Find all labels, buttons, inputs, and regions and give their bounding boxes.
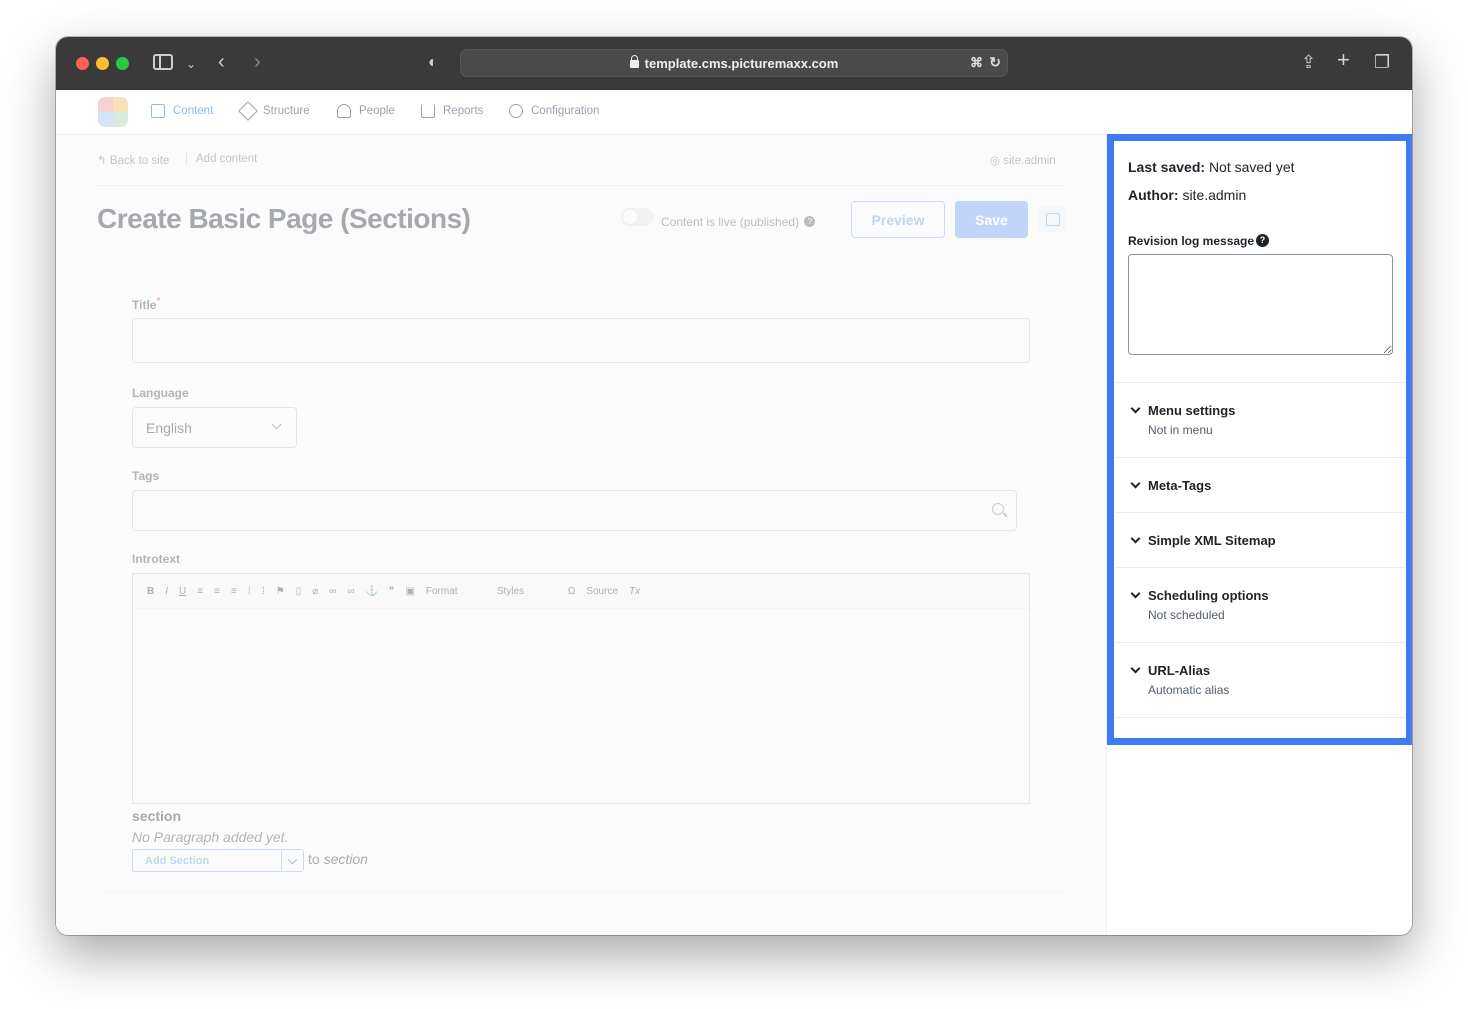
file-icon[interactable]: ▯ [296, 586, 302, 597]
special-char-icon[interactable]: Ω [568, 586, 575, 597]
chevron-down-icon[interactable] [287, 854, 298, 865]
nav-label: Configuration [531, 105, 600, 117]
attachment-icon[interactable]: ⌀ [312, 586, 318, 597]
share-icon[interactable]: ⇪ [1301, 53, 1316, 71]
title-label-text: Title [132, 298, 157, 312]
add-section-button[interactable]: Add Section [132, 849, 304, 872]
cms-navigation: Content Structure People Reports Configu… [56, 90, 1412, 135]
nav-label: Content [173, 105, 214, 117]
divider [281, 850, 282, 871]
add-section-target: to section [308, 851, 368, 867]
anchor-icon[interactable]: ⚓ [366, 586, 378, 597]
nav-label: Reports [443, 105, 484, 117]
chevron-down-icon [271, 419, 282, 430]
quote-icon[interactable]: ❞ [389, 586, 394, 597]
gear-icon [509, 104, 523, 118]
nav-label: Structure [263, 105, 310, 117]
source-button[interactable]: Source [586, 586, 618, 597]
bold-icon[interactable]: B [147, 586, 154, 597]
introtext-editor[interactable]: B I U ≡ ≡ ≡ ⁝ ⁞ ⚑ ▯ ⌀ ∞ ∞ ⚓ ❞ ▣ Format S… [132, 573, 1030, 804]
person-icon [337, 104, 351, 118]
back-arrow-icon[interactable]: ‹ [218, 52, 225, 72]
new-tab-icon[interactable]: + [1337, 49, 1350, 71]
page-title: Create Basic Page (Sections) [97, 203, 471, 234]
clear-format-icon[interactable]: Tx [629, 586, 640, 597]
title-input[interactable] [132, 318, 1030, 363]
bullet-list-icon[interactable]: ⁝ [248, 586, 251, 597]
language-value: English [146, 420, 192, 436]
section-empty-text: No Paragraph added yet. [132, 829, 289, 845]
back-arrow-icon: ↰ [97, 155, 107, 167]
back-to-site-link[interactable]: ↰ Back to site [97, 153, 169, 167]
preview-button[interactable]: Preview [851, 201, 945, 238]
layers-icon [238, 101, 258, 121]
cms-logo[interactable] [98, 97, 128, 127]
url-text: template.cms.picturemaxx.com [644, 55, 839, 71]
nav-item-content[interactable]: Content [151, 104, 213, 118]
required-marker: * [156, 296, 161, 307]
tags-label: Tags [132, 469, 160, 483]
align-right-icon[interactable]: ≡ [231, 586, 237, 597]
nav-label: People [359, 105, 395, 117]
nav-item-reports[interactable]: Reports [421, 104, 483, 118]
format-dropdown[interactable]: Format [426, 586, 486, 597]
save-button[interactable]: Save [955, 201, 1028, 238]
user-name: site.admin [1003, 155, 1056, 167]
sidebar-toggle-icon[interactable] [153, 54, 173, 70]
title-label: Title* [132, 296, 160, 312]
dimmed-overlay: ↰ Back to site Add content ◎ site.admin … [56, 135, 1106, 935]
published-toggle[interactable] [621, 208, 654, 226]
divider [97, 185, 1065, 186]
help-icon[interactable]: ? [804, 216, 816, 227]
language-label: Language [132, 386, 189, 400]
language-select[interactable]: English [132, 407, 297, 448]
italic-icon[interactable]: I [165, 586, 168, 597]
zoom-window-button[interactable] [116, 57, 129, 70]
bar-chart-icon [421, 104, 435, 118]
unlink-icon[interactable]: ∞ [347, 586, 354, 597]
editor-toolbar: B I U ≡ ≡ ≡ ⁝ ⁞ ⚑ ▯ ⌀ ∞ ∞ ⚓ ❞ ▣ Format S… [133, 574, 1029, 609]
address-bar[interactable]: template.cms.picturemaxx.com ⌘ ↻ [460, 49, 1008, 77]
browser-toolbar: ⌄ ‹ › ◐ template.cms.picturemaxx.com ⌘ ↻… [56, 37, 1412, 90]
chevron-down-icon[interactable]: ⌄ [186, 55, 196, 73]
breadcrumb-back-label: Back to site [109, 155, 170, 167]
tab-overview-icon[interactable]: ❐ [1374, 53, 1390, 71]
nav-item-people[interactable]: People [337, 104, 395, 118]
minimize-window-button[interactable] [96, 57, 109, 70]
align-left-icon[interactable]: ≡ [197, 586, 203, 597]
nav-item-structure[interactable]: Structure [238, 101, 310, 121]
close-window-button[interactable] [76, 57, 89, 70]
form-card: Title* Language English Tags Introtext B… [97, 271, 1065, 891]
add-section-label: Add Section [145, 855, 210, 867]
search-icon [992, 503, 1004, 515]
styles-dropdown[interactable]: Styles [497, 586, 557, 597]
underline-icon[interactable]: U [179, 586, 186, 597]
to-target: section [323, 851, 368, 867]
section-title: section [132, 808, 182, 824]
image-icon[interactable]: ▣ [405, 586, 414, 597]
flag-icon[interactable]: ⚑ [276, 586, 285, 597]
align-center-icon[interactable]: ≡ [214, 586, 220, 597]
reload-icon[interactable]: ↻ [989, 54, 1001, 71]
to-label: to [308, 851, 320, 867]
breadcrumb-current: Add content [186, 153, 257, 165]
sidebar-highlight-frame [1107, 134, 1412, 745]
translate-icon[interactable]: ⌘ [970, 55, 983, 71]
tags-input[interactable] [132, 490, 1017, 531]
forward-arrow-icon[interactable]: › [254, 52, 261, 72]
published-label-text: Content is live (published) [661, 215, 800, 229]
numbered-list-icon[interactable]: ⁞ [262, 586, 265, 597]
document-icon [151, 104, 165, 118]
published-label: Content is live (published) ? [661, 215, 816, 229]
introtext-label: Introtext [132, 552, 180, 566]
user-menu[interactable]: ◎ site.admin [990, 153, 1056, 167]
nav-item-configuration[interactable]: Configuration [509, 104, 599, 118]
user-icon: ◎ [990, 155, 1001, 167]
toggle-sidebar-icon[interactable] [1039, 206, 1065, 232]
lock-icon [629, 55, 639, 68]
link-icon[interactable]: ∞ [329, 586, 336, 597]
browser-window: ⌄ ‹ › ◐ template.cms.picturemaxx.com ⌘ ↻… [56, 37, 1412, 935]
shield-icon[interactable]: ◐ [428, 54, 438, 72]
main-content: ↰ Back to site Add content ◎ site.admin … [56, 135, 1106, 935]
